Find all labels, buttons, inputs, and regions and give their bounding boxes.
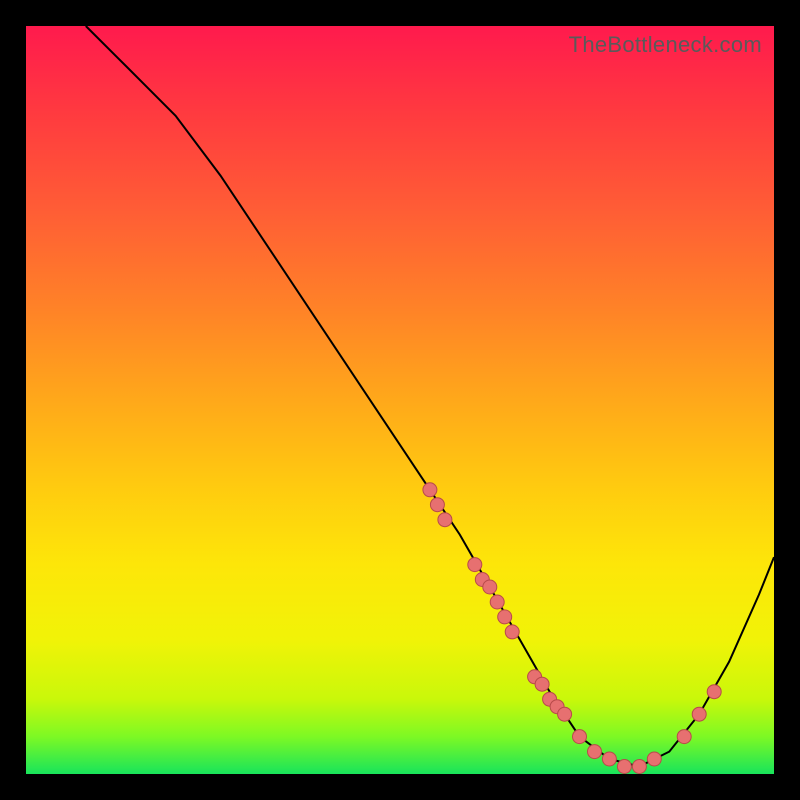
data-point [677,730,691,744]
data-point [468,558,482,572]
data-point [483,580,497,594]
data-point [438,513,452,527]
data-point [632,760,646,774]
data-points-group [423,483,721,774]
data-point [558,707,572,721]
data-point [602,752,616,766]
data-point [617,760,631,774]
data-point [505,625,519,639]
data-point [423,483,437,497]
data-point [647,752,661,766]
data-point [573,730,587,744]
chart-plot-area: TheBottleneck.com [26,26,774,774]
chart-frame: TheBottleneck.com [24,24,776,776]
data-point [490,595,504,609]
bottleneck-curve [86,26,774,767]
data-point [498,610,512,624]
chart-overlay [26,26,774,774]
data-point [707,685,721,699]
data-point [588,745,602,759]
data-point [430,498,444,512]
data-point [535,677,549,691]
data-point [692,707,706,721]
